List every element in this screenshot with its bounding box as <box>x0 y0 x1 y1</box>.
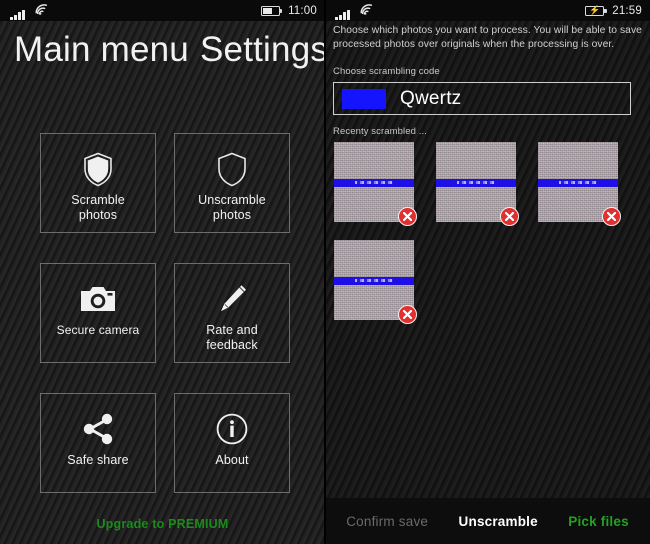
wifi-icon <box>34 2 49 20</box>
thumbnail-item[interactable] <box>436 142 519 226</box>
upgrade-to-premium-link[interactable]: Upgrade to PREMIUM <box>0 517 325 531</box>
wifi-icon <box>359 2 374 20</box>
intro-description: Choose which photos you want to process.… <box>333 25 642 50</box>
recently-scrambled-thumbnails <box>334 142 644 324</box>
left-status-bar: 11:00 <box>0 0 325 21</box>
tile-unscramble-photos[interactable]: Unscramble photos <box>174 133 290 233</box>
delete-x-icon[interactable] <box>602 207 621 226</box>
pencil-icon <box>215 279 249 319</box>
right-status-bar: ⚡ 21:59 <box>325 0 650 21</box>
scrambled-band <box>334 178 414 187</box>
delete-x-icon[interactable] <box>398 207 417 226</box>
tile-label: Safe share <box>67 453 129 467</box>
panel-divider <box>324 0 326 544</box>
right-status-left <box>335 2 374 20</box>
pick-files-button[interactable]: Pick files <box>568 514 629 529</box>
tile-scramble-photos[interactable]: Scramble photos <box>40 133 156 233</box>
scrambled-band <box>436 178 516 187</box>
thumbnail-item[interactable] <box>538 142 621 226</box>
delete-x-icon[interactable] <box>500 207 519 226</box>
unscramble-button[interactable]: Unscramble <box>459 514 538 529</box>
recently-scrambled-label: Recenty scrambled ... <box>333 126 427 137</box>
shield-filled-icon <box>83 149 113 189</box>
scrambled-band <box>538 178 618 187</box>
tile-label: Rate and feedback <box>206 323 258 352</box>
signal-bars-icon <box>335 9 350 20</box>
tile-about[interactable]: About <box>174 393 290 493</box>
scrambling-code-selector[interactable]: Qwertz <box>333 82 631 115</box>
shield-outline-icon <box>217 149 247 189</box>
left-status-left <box>10 2 49 20</box>
left-clock: 11:00 <box>288 4 317 17</box>
tile-safe-share[interactable]: Safe share <box>40 393 156 493</box>
main-menu-tile-grid: Scramble photos Unscramble photos Secure… <box>40 133 290 493</box>
tile-label: Scramble photos <box>71 193 125 222</box>
delete-x-icon[interactable] <box>398 305 417 324</box>
tile-label: Unscramble photos <box>198 193 266 222</box>
battery-icon <box>261 5 283 16</box>
tile-rate-and-feedback[interactable]: Rate and feedback <box>174 263 290 363</box>
right-clock: 21:59 <box>612 4 642 17</box>
page-title: Main menu <box>14 30 189 69</box>
left-phone-panel: 11:00 Main menu Scramble photos Unscramb… <box>0 0 325 544</box>
tile-label: About <box>215 453 249 467</box>
share-icon <box>81 409 115 449</box>
scrambled-band <box>334 276 414 285</box>
app-bar: Confirm save Unscramble Pick files <box>325 498 650 544</box>
signal-bars-icon <box>10 9 25 20</box>
code-value: Qwertz <box>400 87 462 109</box>
confirm-save-button[interactable]: Confirm save <box>346 514 428 529</box>
tile-label: Secure camera <box>56 323 140 337</box>
right-status-right: ⚡ 21:59 <box>585 5 642 17</box>
camera-icon <box>79 279 117 319</box>
code-color-swatch <box>342 88 386 109</box>
tile-secure-camera[interactable]: Secure camera <box>40 263 156 363</box>
thumbnail-item[interactable] <box>334 142 417 226</box>
phone-screenshot-pair: 11:00 Main menu Scramble photos Unscramb… <box>0 0 650 544</box>
scrambling-code-label: Choose scrambling code <box>333 66 440 77</box>
info-circle-icon <box>215 409 249 449</box>
left-status-right: 11:00 <box>261 5 317 17</box>
thumbnail-item[interactable] <box>334 240 417 324</box>
battery-charging-icon: ⚡ <box>585 5 607 16</box>
